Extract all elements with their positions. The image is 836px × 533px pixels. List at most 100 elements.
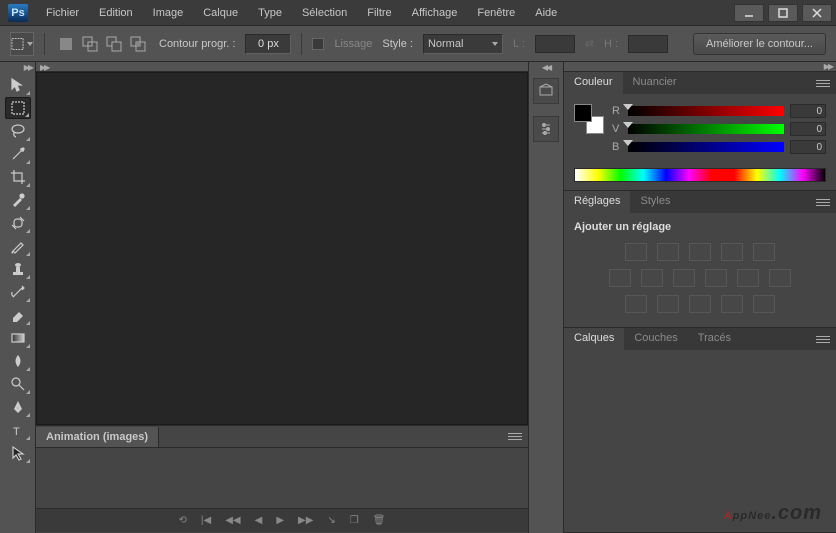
tab-couleur[interactable]: Couleur [564,72,623,94]
marquee-tool[interactable] [5,97,31,119]
window-controls [734,4,832,22]
panel-menu-button[interactable] [508,433,522,440]
maximize-button[interactable] [768,4,798,22]
delete-frame-button[interactable]: 🗑 [373,515,386,526]
options-bar: Contour progr. : 0 px Lissage Style : No… [0,26,836,62]
tab-traces[interactable]: Tracés [688,328,741,350]
path-selection-tool[interactable] [5,442,31,464]
expand-icon[interactable]: ▶▶ [24,63,32,72]
animation-frames [36,448,528,508]
prev-button[interactable]: ◀ [255,515,263,526]
color-swatches[interactable] [574,104,604,134]
menu-fenetre[interactable]: Fenêtre [467,3,525,23]
history-panel-button[interactable] [533,78,559,104]
selection-new-button[interactable] [55,33,77,55]
adjustments-hint: Ajouter un réglage [574,221,826,239]
adj-lookup-icon[interactable] [769,269,791,287]
channel-r-slider[interactable] [628,106,784,116]
menu-calque[interactable]: Calque [193,3,248,23]
adj-threshold-icon[interactable] [689,295,711,313]
stamp-tool[interactable] [5,258,31,280]
adj-curves-icon[interactable] [689,243,711,261]
menu-aide[interactable]: Aide [525,3,567,23]
tab-calques[interactable]: Calques [564,328,624,350]
adj-exposure-icon[interactable] [721,243,743,261]
expand-icon[interactable]: ▶▶ [40,63,48,72]
adj-photo-filter-icon[interactable] [705,269,727,287]
next-frame-button[interactable]: ▶▶ [298,515,313,526]
adj-gradient-map-icon[interactable] [721,295,743,313]
collapse-icon[interactable]: ◀◀ [542,63,550,72]
channel-v-slider[interactable] [628,124,784,134]
tab-animation[interactable]: Animation (images) [36,427,159,447]
lasso-tool[interactable] [5,120,31,142]
adj-selective-icon[interactable] [753,295,775,313]
brush-tool[interactable] [5,235,31,257]
healing-brush-tool[interactable] [5,212,31,234]
swap-icon: ⇄ [585,37,594,50]
adj-balance-icon[interactable] [641,269,663,287]
document-area: ▶▶ Animation (images) ⟲ |◀ ◀◀ ◀ ▶ ▶▶ ↘ ❐… [36,62,528,533]
channel-b-value[interactable]: 0 [790,140,826,154]
tab-reglages[interactable]: Réglages [564,191,630,213]
menu-edition[interactable]: Edition [89,3,143,23]
channel-b-label: B [612,141,622,153]
menu-affichage[interactable]: Affichage [402,3,468,23]
adj-invert-icon[interactable] [625,295,647,313]
adj-vibrance-icon[interactable] [753,243,775,261]
adj-hue-icon[interactable] [609,269,631,287]
expand-icon[interactable]: ▶▶ [824,62,832,71]
minimize-button[interactable] [734,4,764,22]
tab-nuancier[interactable]: Nuancier [623,72,687,94]
prev-frame-button[interactable]: ◀◀ [225,515,240,526]
selection-intersect-button[interactable] [127,33,149,55]
selection-add-button[interactable] [79,33,101,55]
close-button[interactable] [802,4,832,22]
menu-selection[interactable]: Sélection [292,3,357,23]
panel-menu-button[interactable] [816,199,830,206]
selection-subtract-button[interactable] [103,33,125,55]
adj-mixer-icon[interactable] [737,269,759,287]
refine-edge-button[interactable]: Améliorer le contour... [693,33,826,55]
eyedropper-tool[interactable] [5,189,31,211]
width-input [535,35,575,53]
gradient-tool[interactable] [5,327,31,349]
pen-tool[interactable] [5,396,31,418]
channel-v-value[interactable]: 0 [790,122,826,136]
duplicate-frame-button[interactable]: ❐ [350,515,359,526]
dodge-tool[interactable] [5,373,31,395]
channel-r-value[interactable]: 0 [790,104,826,118]
loop-button[interactable]: ⟲ [179,515,187,526]
foreground-color-swatch[interactable] [574,104,592,122]
channel-b-slider[interactable] [628,142,784,152]
adj-bw-icon[interactable] [673,269,695,287]
adj-brightness-icon[interactable] [625,243,647,261]
play-button[interactable]: ▶ [276,515,284,526]
type-tool[interactable]: T [5,419,31,441]
tab-styles[interactable]: Styles [630,191,680,213]
menu-fichier[interactable]: Fichier [36,3,89,23]
crop-tool[interactable] [5,166,31,188]
canvas[interactable] [36,72,528,425]
blur-tool[interactable] [5,350,31,372]
properties-panel-button[interactable] [533,116,559,142]
adj-posterize-icon[interactable] [657,295,679,313]
color-ramp[interactable] [574,168,826,182]
panel-menu-button[interactable] [816,336,830,343]
panel-menu-button[interactable] [816,80,830,87]
tab-couches[interactable]: Couches [624,328,687,350]
adj-levels-icon[interactable] [657,243,679,261]
menu-image[interactable]: Image [143,3,194,23]
toolbox-panel: ▶▶ T [0,62,36,533]
tween-button[interactable]: ↘ [327,515,335,526]
feather-input[interactable]: 0 px [245,34,291,54]
menu-filtre[interactable]: Filtre [357,3,401,23]
history-brush-tool[interactable] [5,281,31,303]
style-select[interactable]: Normal [423,34,503,54]
eraser-tool[interactable] [5,304,31,326]
first-frame-button[interactable]: |◀ [201,515,211,526]
menu-type[interactable]: Type [248,3,292,23]
magic-wand-tool[interactable] [5,143,31,165]
active-tool-preset[interactable] [10,32,34,56]
move-tool[interactable] [5,74,31,96]
